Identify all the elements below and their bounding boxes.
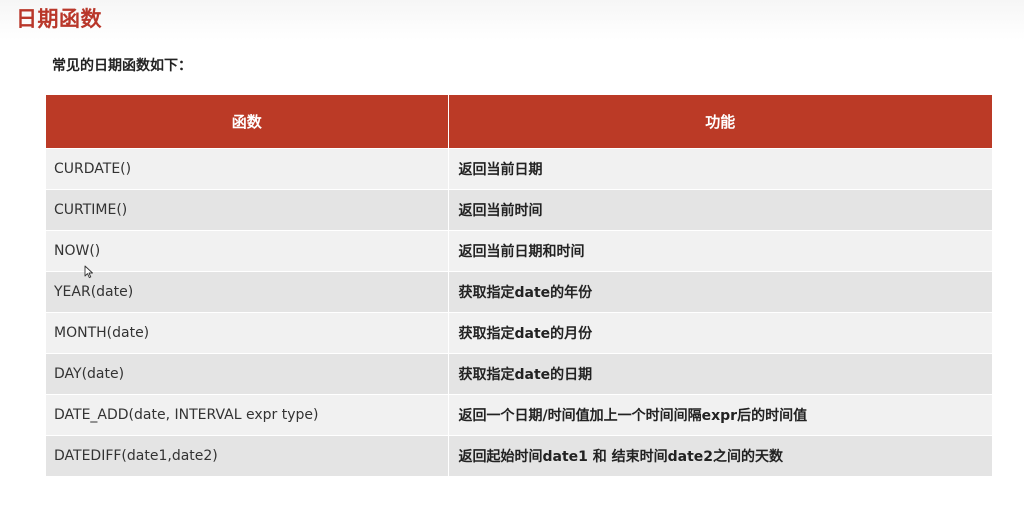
- slide-title: 日期函数: [16, 7, 102, 31]
- function-name: MONTH(date): [46, 312, 448, 354]
- table-header-row: 函数 功能: [46, 95, 992, 149]
- title-band: [0, 0, 1024, 40]
- function-name: DATE_ADD(date, INTERVAL expr type): [46, 394, 448, 436]
- table-row: CURTIME() 返回当前时间: [46, 189, 992, 231]
- function-description: 获取指定date的年份: [447, 271, 992, 313]
- function-name: NOW(): [46, 230, 448, 272]
- date-function-table: 函数 功能 CURDATE() 返回当前日期 CURTIME() 返回当前时间 …: [46, 95, 992, 476]
- table-row: MONTH(date) 获取指定date的月份: [46, 312, 992, 354]
- function-description: 获取指定date的月份: [447, 312, 992, 354]
- function-name: YEAR(date): [46, 271, 448, 313]
- function-name: DAY(date): [46, 353, 448, 395]
- function-name: DATEDIFF(date1,date2): [46, 435, 448, 476]
- function-description: 返回当前时间: [447, 189, 992, 231]
- table-row: DATE_ADD(date, INTERVAL expr type) 返回一个日…: [46, 394, 992, 436]
- function-description: 返回当前日期和时间: [447, 230, 992, 272]
- function-description: 返回当前日期: [447, 148, 992, 190]
- table-row: DATEDIFF(date1,date2) 返回起始时间date1 和 结束时间…: [46, 435, 992, 476]
- table-row: CURDATE() 返回当前日期: [46, 148, 992, 190]
- function-name: CURDATE(): [46, 148, 448, 190]
- table-row: DAY(date) 获取指定date的日期: [46, 353, 992, 395]
- mouse-pointer-icon: [84, 265, 93, 279]
- function-name: CURTIME(): [46, 189, 448, 231]
- function-description: 返回一个日期/时间值加上一个时间间隔expr后的时间值: [447, 394, 992, 436]
- table-row: NOW() 返回当前日期和时间: [46, 230, 992, 272]
- header-function: 函数: [46, 95, 448, 149]
- header-description: 功能: [447, 95, 992, 149]
- function-description: 获取指定date的日期: [447, 353, 992, 395]
- function-description: 返回起始时间date1 和 结束时间date2之间的天数: [447, 435, 992, 476]
- slide-subtitle: 常见的日期函数如下：: [52, 58, 192, 74]
- table-row: YEAR(date) 获取指定date的年份: [46, 271, 992, 313]
